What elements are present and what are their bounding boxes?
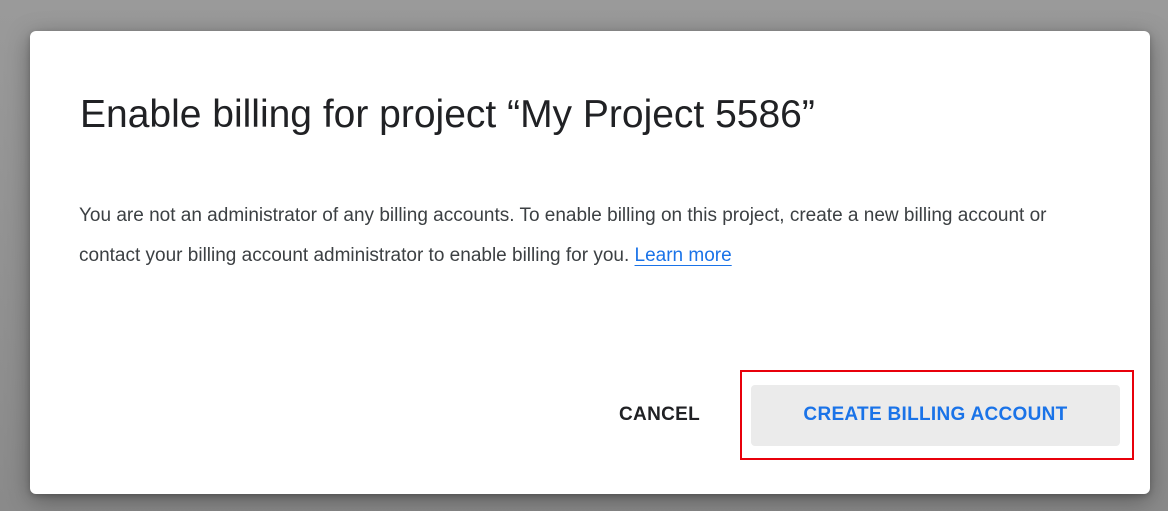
create-billing-account-button[interactable]: CREATE BILLING ACCOUNT <box>751 384 1120 446</box>
highlight-frame: CREATE BILLING ACCOUNT <box>740 370 1134 460</box>
dialog-body: You are not an administrator of any bill… <box>79 196 1079 276</box>
dialog-actions: CANCEL CREATE BILLING ACCOUNT <box>599 370 1134 460</box>
cancel-button[interactable]: CANCEL <box>599 385 720 445</box>
dialog-title: Enable billing for project “My Project 5… <box>80 93 815 136</box>
learn-more-link[interactable]: Learn more <box>635 245 732 266</box>
dialog-body-text: You are not an administrator of any bill… <box>79 205 1047 266</box>
enable-billing-dialog: Enable billing for project “My Project 5… <box>30 31 1150 494</box>
